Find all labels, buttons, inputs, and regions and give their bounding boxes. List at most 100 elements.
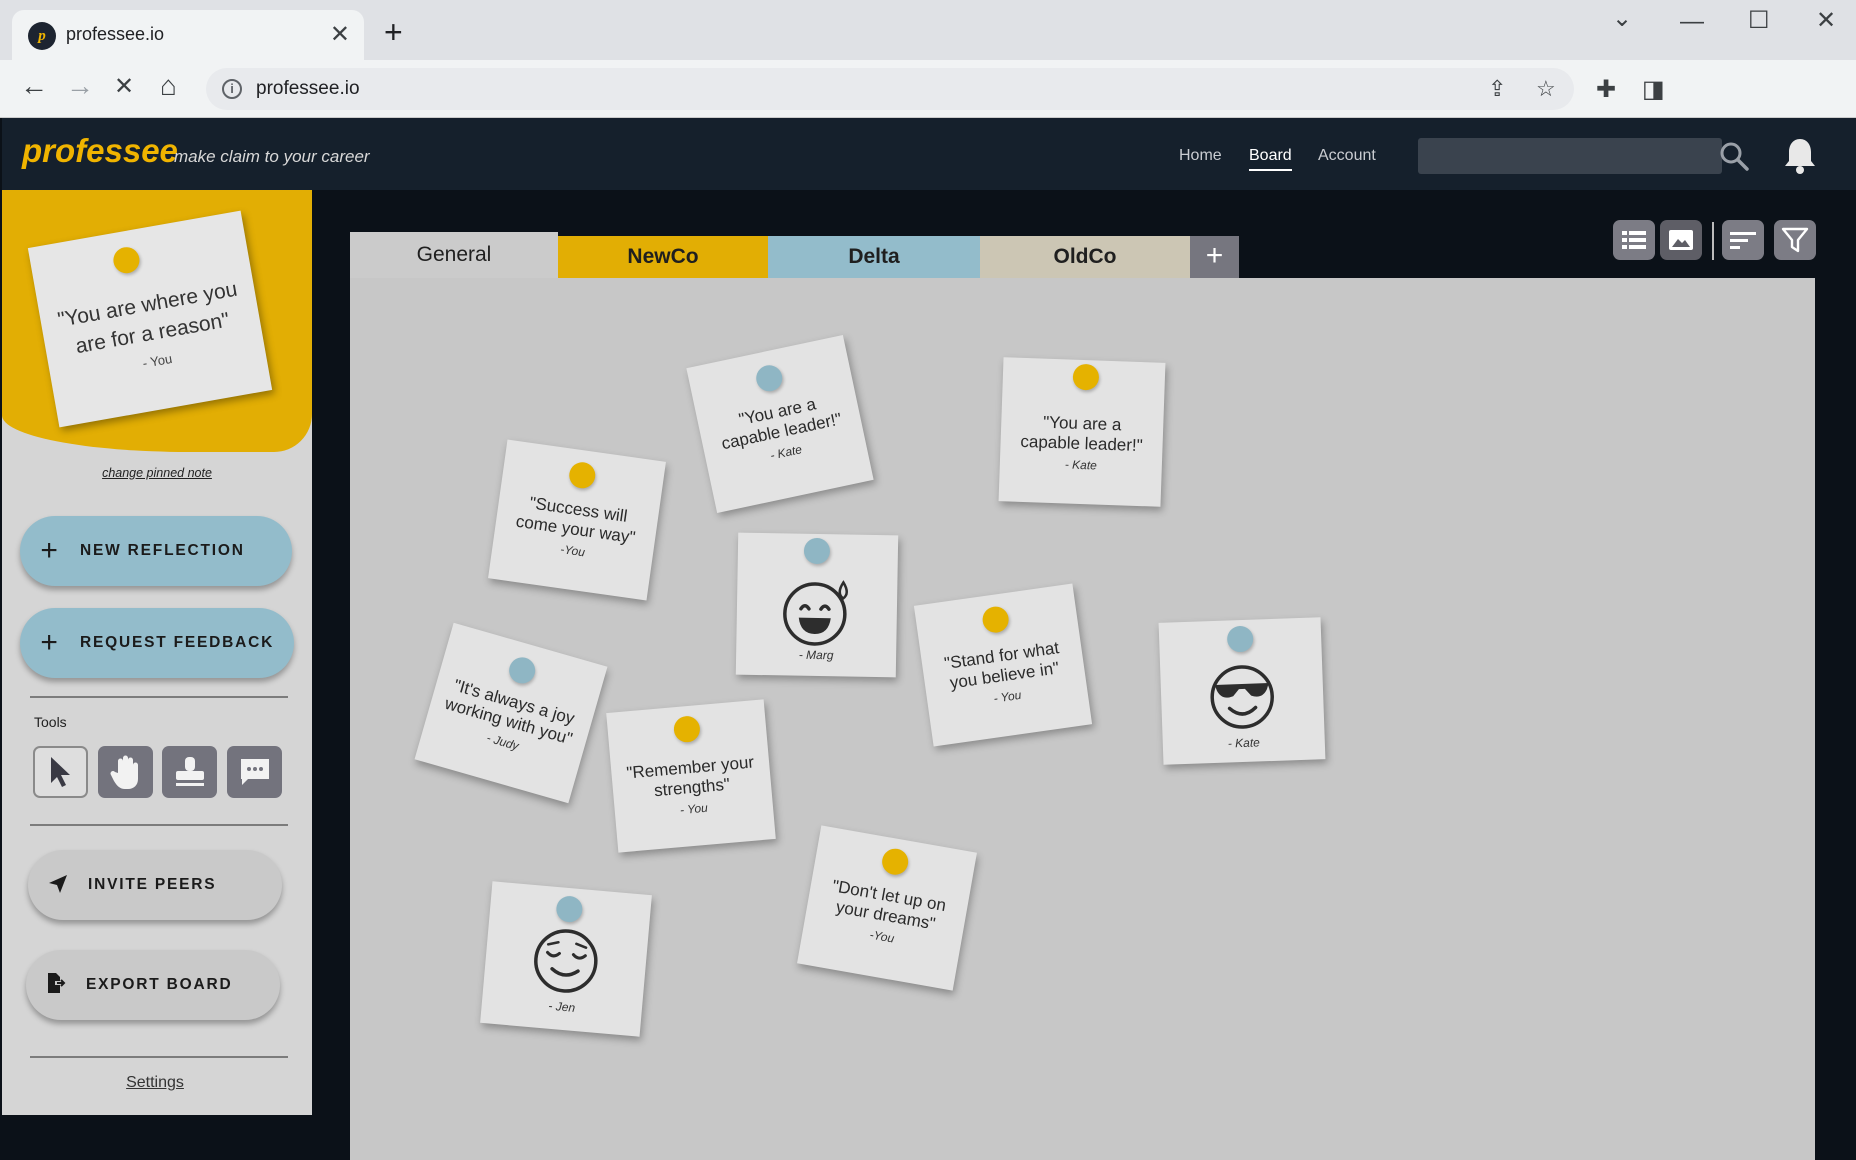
pin-icon <box>567 460 597 490</box>
tab-delta[interactable]: Delta <box>768 236 980 278</box>
add-tab-button[interactable]: + <box>1190 236 1239 278</box>
search-input[interactable] <box>1418 138 1722 174</box>
address-bar[interactable]: i professee.io ⇪ ☆ <box>206 68 1574 110</box>
site-info-icon[interactable]: i <box>222 79 242 99</box>
sticky-note[interactable]: "Remember your strengths" - You <box>606 699 776 853</box>
pointer-tool[interactable] <box>33 746 88 798</box>
maximize-icon[interactable]: ☐ <box>1748 6 1770 35</box>
invite-peers-label: INVITE PEERS <box>88 876 217 893</box>
sticky-note[interactable]: "It's always a joy working with you" - J… <box>414 622 608 804</box>
sunglasses-emoji-icon <box>1210 665 1274 729</box>
request-feedback-button[interactable]: + REQUEST FEEDBACK <box>20 608 294 678</box>
pointer-icon <box>50 757 70 787</box>
divider <box>30 696 288 698</box>
board-canvas[interactable]: "You are a capable leader!" - Kate "You … <box>350 278 1815 1160</box>
export-file-icon <box>26 970 86 1000</box>
back-icon[interactable]: ← <box>20 72 48 100</box>
pin-icon <box>980 604 1011 635</box>
sticky-note[interactable]: - Jen <box>480 881 652 1037</box>
close-window-icon[interactable]: ✕ <box>1816 6 1836 35</box>
sticky-note[interactable]: - Kate <box>1158 617 1326 765</box>
note-author: - Kate <box>1064 457 1098 473</box>
filter-button[interactable] <box>1774 220 1816 260</box>
note-author: - Jen <box>547 998 576 1015</box>
sticky-note[interactable]: "Don't let up on your dreams" -You <box>797 825 977 991</box>
sticky-note[interactable]: "You are a capable leader!" - Kate <box>998 357 1166 507</box>
view-controls-separator <box>1712 222 1714 260</box>
new-reflection-button[interactable]: + NEW REFLECTION <box>20 516 292 586</box>
notification-bell-icon[interactable] <box>1782 136 1818 176</box>
app-header: professee make claim to your career Home… <box>2 118 1856 190</box>
tab-oldco[interactable]: OldCo <box>980 236 1190 278</box>
close-tab-icon[interactable]: ✕ <box>330 20 350 49</box>
divider <box>30 1056 288 1058</box>
share-icon[interactable]: ⇪ <box>1488 76 1506 102</box>
divider <box>30 824 288 826</box>
pin-icon <box>506 654 539 687</box>
stamp-tool[interactable] <box>162 746 217 798</box>
tab-general[interactable]: General <box>350 232 558 278</box>
tagline: make claim to your career <box>174 147 370 166</box>
tab-search-chevron-icon[interactable]: ⌄ <box>1612 4 1632 33</box>
list-view-button[interactable] <box>1613 220 1655 260</box>
filter-icon <box>1781 227 1809 253</box>
stop-loading-icon[interactable]: ✕ <box>114 75 134 99</box>
pin-icon <box>753 362 785 394</box>
sticky-note[interactable]: "Success will come your way" -You <box>488 439 666 601</box>
plus-icon: + <box>40 626 60 659</box>
pin-icon <box>1072 363 1100 391</box>
side-panel-icon[interactable]: ◨ <box>1642 78 1665 102</box>
pin-icon <box>672 715 701 744</box>
home-icon[interactable]: ⌂ <box>160 72 177 100</box>
sticky-note[interactable]: "You are a capable leader!" - Kate <box>686 334 874 514</box>
nav-home[interactable]: Home <box>1179 147 1222 165</box>
pin-icon <box>880 846 911 877</box>
send-icon <box>28 870 88 900</box>
sidebar: "You are where you are for a reason" - Y… <box>2 190 312 1115</box>
grinning-sweat-emoji-icon <box>783 580 848 646</box>
sort-icon <box>1730 232 1756 249</box>
image-view-icon <box>1669 230 1693 250</box>
sticky-note[interactable]: - Marg <box>735 532 899 678</box>
forward-icon[interactable]: → <box>66 72 94 100</box>
browser-tab[interactable]: p professee.io ✕ <box>12 10 364 60</box>
extensions-puzzle-icon[interactable]: ✚ <box>1596 78 1616 102</box>
nav-board[interactable]: Board <box>1249 147 1292 171</box>
new-tab-button[interactable]: + <box>384 16 403 48</box>
invite-peers-button[interactable]: INVITE PEERS <box>28 850 282 920</box>
pin-icon <box>803 537 831 565</box>
pin-icon <box>111 245 142 276</box>
bookmark-star-icon[interactable]: ☆ <box>1536 76 1556 102</box>
note-author: - Marg <box>798 647 834 663</box>
settings-link[interactable]: Settings <box>2 1074 308 1092</box>
browser-tab-strip: p professee.io ✕ + ⌄ — ☐ ✕ <box>0 0 1856 60</box>
list-view-icon <box>1622 231 1646 249</box>
plus-icon: + <box>40 534 60 567</box>
export-board-button[interactable]: EXPORT BOARD <box>26 950 280 1020</box>
hand-tool[interactable] <box>98 746 153 798</box>
tab-newco[interactable]: NewCo <box>558 236 768 278</box>
nav-account[interactable]: Account <box>1318 147 1376 165</box>
tab-title: professee.io <box>66 24 165 44</box>
request-feedback-label: REQUEST FEEDBACK <box>80 634 275 651</box>
relieved-emoji-icon <box>534 929 598 993</box>
comment-icon <box>240 759 269 785</box>
minimize-icon[interactable]: — <box>1680 8 1704 36</box>
sticky-note[interactable]: "Stand for what you believe in" - You <box>913 583 1093 747</box>
change-pinned-note-link[interactable]: change pinned note <box>2 466 312 480</box>
sort-button[interactable] <box>1722 220 1764 260</box>
stamp-icon <box>175 757 204 786</box>
comment-tool[interactable] <box>227 746 282 798</box>
pin-icon <box>555 895 584 924</box>
logo[interactable]: professee <box>22 132 178 170</box>
new-reflection-label: NEW REFLECTION <box>80 542 245 559</box>
favicon-icon: p <box>28 22 56 50</box>
pin-icon <box>1226 625 1254 653</box>
pinned-note[interactable]: "You are where you are for a reason" - Y… <box>27 210 273 428</box>
export-board-label: EXPORT BOARD <box>86 976 233 993</box>
note-quote: "You are a capable leader!" <box>1020 412 1144 456</box>
image-view-button[interactable] <box>1660 220 1702 260</box>
browser-toolbar: ← → ✕ ⌂ i professee.io ⇪ ☆ ✚ ◨ <box>0 60 1856 118</box>
search-icon[interactable] <box>1718 140 1750 172</box>
note-author: - Kate <box>1227 735 1261 751</box>
